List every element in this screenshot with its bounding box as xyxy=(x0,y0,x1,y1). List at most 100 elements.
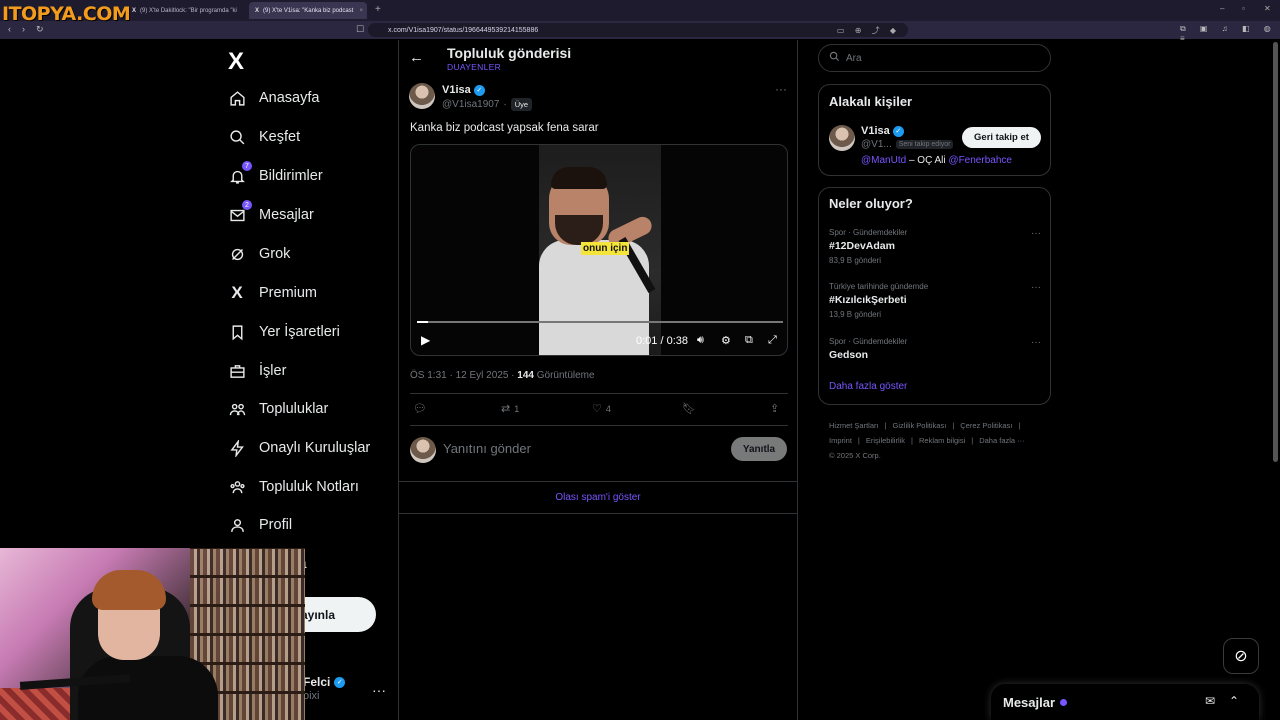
like-button[interactable]: ♡ 4 xyxy=(592,402,611,415)
back-arrow-icon[interactable]: ← xyxy=(409,49,424,66)
reply-submit-button[interactable]: Yanıtla xyxy=(731,437,787,461)
sidebar-item-messages[interactable]: 2 Mesajlar xyxy=(220,197,314,233)
footer-link[interactable]: Hizmet Şartları xyxy=(829,421,879,430)
tweet-text: Kanka biz podcast yapsak fena sarar xyxy=(410,122,599,134)
show-more-link[interactable]: Daha fazla göster xyxy=(829,381,907,392)
panel-title: Neler oluyor? xyxy=(829,196,913,211)
video-person-hair xyxy=(551,167,607,189)
x-favicon-icon: X xyxy=(132,7,137,14)
video-controls: ▶ 0:01 / 0:38 🔊︎ ⚙ ⧉ ⤢ xyxy=(411,331,787,351)
relevant-people-panel: Alakalı kişiler V1isa ✓ @V1... Seni takip … xyxy=(818,84,1051,176)
reply-input[interactable]: Yanıtını gönder xyxy=(443,441,531,456)
sidebar-item-jobs[interactable]: İşler xyxy=(220,353,286,389)
sidebar-item-label: Grok xyxy=(259,246,291,262)
sidebar-item-communities[interactable]: Topluluklar xyxy=(220,391,328,427)
address-bar[interactable]: x.com/V1isa1907/status/19664495392141558… xyxy=(368,23,908,37)
browser-tab[interactable]: X (9) X'te Dakitlock: "Bir programda "ki xyxy=(126,2,244,19)
person-icon xyxy=(228,516,246,534)
play-icon[interactable]: ▶ xyxy=(421,333,430,347)
sidebar-item-explore[interactable]: Keşfet xyxy=(220,119,300,155)
video-progress-bar[interactable] xyxy=(417,321,783,323)
sidebar-item-verified-orgs[interactable]: Onaylı Kuruluşlar xyxy=(220,430,370,466)
follow-back-button[interactable]: Geri takip et xyxy=(962,127,1041,148)
avatar[interactable] xyxy=(829,125,855,151)
footer-link[interactable]: Imprint xyxy=(829,436,852,445)
account-name: Felci xyxy=(303,675,331,689)
grok-floating-button[interactable]: ⊘ xyxy=(1223,638,1259,674)
bio-link[interactable]: @Fenerbahce xyxy=(948,155,1012,166)
browser-nav-bar: ‹ › ↻ ☐ x.com/V1isa1907/status/196644953… xyxy=(0,21,1280,43)
close-tab-icon[interactable]: × xyxy=(359,8,363,14)
trend-topic: #12DevAdam xyxy=(829,240,895,252)
browser-tab-active[interactable]: X (9) X'te V1isa: "Kanka biz podcast × xyxy=(249,2,367,19)
fullscreen-icon[interactable]: ⤢ xyxy=(768,334,777,347)
maximize-icon[interactable]: ▫ xyxy=(1242,4,1245,13)
new-message-icon[interactable]: ✉ xyxy=(1205,694,1215,708)
more-options-icon[interactable]: ··· xyxy=(372,682,386,698)
footer-link[interactable]: Çerez Politikası xyxy=(960,421,1012,430)
more-options-icon[interactable]: ··· xyxy=(1031,337,1041,348)
copyright: © 2025 X Corp. xyxy=(829,451,881,460)
author-handle[interactable]: @V1isa1907 xyxy=(442,99,499,110)
sidebar-item-community-notes[interactable]: Topluluk Notları xyxy=(220,469,359,505)
sidebar-item-label: Topluluk Notları xyxy=(259,479,359,495)
footer-link[interactable]: Gizlilik Politikası xyxy=(893,421,947,430)
bookmark-page-icon[interactable]: ☐ xyxy=(356,24,364,35)
footer-link[interactable]: Daha fazla ··· xyxy=(979,436,1024,445)
volume-icon[interactable]: 🔊︎ xyxy=(697,334,704,347)
community-name[interactable]: DUAYENLER xyxy=(447,62,501,72)
close-window-icon[interactable]: ✕ xyxy=(1264,4,1271,13)
x-logo[interactable]: X xyxy=(228,48,244,76)
sidebar-item-premium[interactable]: X Premium xyxy=(220,275,317,311)
sidebar-item-label: Premium xyxy=(259,285,318,301)
more-options-icon[interactable]: ··· xyxy=(1031,282,1041,293)
footer-separator: | xyxy=(971,436,974,445)
more-options-icon[interactable]: ··· xyxy=(775,82,787,96)
share-icon: ⇪ xyxy=(770,403,780,415)
sidebar-item-profile[interactable]: Profil xyxy=(220,507,292,543)
account-switcher[interactable]: Felci ✓ oixi xyxy=(303,675,346,702)
minimize-icon[interactable]: – xyxy=(1220,4,1224,13)
browser-toolbar-icons[interactable]: ⧉ ▣ ♫ ◧ ◍ ≡ xyxy=(1180,24,1280,43)
trend-context: Spor · Gündemdekiler xyxy=(829,228,908,237)
picture-in-picture-icon[interactable]: ⧉ xyxy=(745,334,753,347)
footer-separator: | xyxy=(952,421,955,430)
relevant-person-name[interactable]: V1isa ✓ xyxy=(861,125,904,137)
share-button[interactable]: ⇪ xyxy=(770,402,779,415)
avatar[interactable] xyxy=(409,83,435,109)
follows-you-badge: Seni takip ediyor xyxy=(895,140,954,149)
expand-icon[interactable]: ⌃ xyxy=(1229,694,1239,708)
sidebar-item-home[interactable]: Anasayfa xyxy=(220,80,319,116)
sidebar-item-grok[interactable]: Grok xyxy=(220,236,290,272)
bio-link[interactable]: @ManUtd xyxy=(861,155,906,166)
more-options-icon[interactable]: ··· xyxy=(1031,228,1041,239)
trend-item[interactable]: Spor · Gündemdekiler #12DevAdam 83,9 B g… xyxy=(829,228,1041,265)
video-player[interactable]: onun için ▶ 0:01 / 0:38 🔊︎ ⚙ ⧉ ⤢ xyxy=(410,144,788,356)
address-bar-icons[interactable]: ▭ ⊕ ⤴ ◆ xyxy=(837,25,900,36)
trend-item[interactable]: Türkiye tarihinde gündemde #KızılcıkŞerb… xyxy=(829,282,1041,319)
retweet-button[interactable]: ⇄ 1 xyxy=(501,402,519,415)
trend-item[interactable]: Spor · Gündemdekiler Gedson ··· xyxy=(829,337,1041,361)
tab-label: (9) X'te Dakitlock: "Bir programda "ki xyxy=(140,7,237,14)
bell-icon: 7 xyxy=(228,161,252,185)
show-spam-link[interactable]: Olası spam'i göster xyxy=(399,481,797,514)
trend-context: Spor · Gündemdekiler xyxy=(829,337,908,346)
trend-count: 83,9 B gönderi xyxy=(829,256,882,265)
heart-icon: ♡ xyxy=(592,403,602,415)
tweet-timestamp[interactable]: ÖS 1:31 · 12 Eyl 2025 · xyxy=(410,370,517,381)
avatar xyxy=(410,437,436,463)
tweet-author[interactable]: V1isa ✓ xyxy=(442,84,485,96)
search-input[interactable]: Ara xyxy=(818,44,1051,72)
messages-drawer[interactable]: Mesajlar ✉ ⌃ xyxy=(991,684,1259,720)
sidebar-item-notifications[interactable]: 7 Bildirimler xyxy=(220,158,323,194)
new-tab-button[interactable]: + xyxy=(375,4,381,15)
settings-icon[interactable]: ⚙ xyxy=(721,334,731,347)
sidebar-item-bookmarks[interactable]: Yer İşaretleri xyxy=(220,314,340,350)
footer-link[interactable]: Erişilebilirlik xyxy=(866,436,905,445)
reply-button[interactable]: 💬︎ xyxy=(413,402,431,415)
person-handle: @V1... xyxy=(861,139,892,150)
bookmark-button[interactable]: 🔖︎ xyxy=(682,402,696,415)
footer-links: Hizmet Şartları | Gizlilik Politikası | Çere… xyxy=(829,418,1049,463)
scrollbar[interactable] xyxy=(1273,42,1278,462)
footer-link[interactable]: Reklam bilgisi xyxy=(919,436,965,445)
